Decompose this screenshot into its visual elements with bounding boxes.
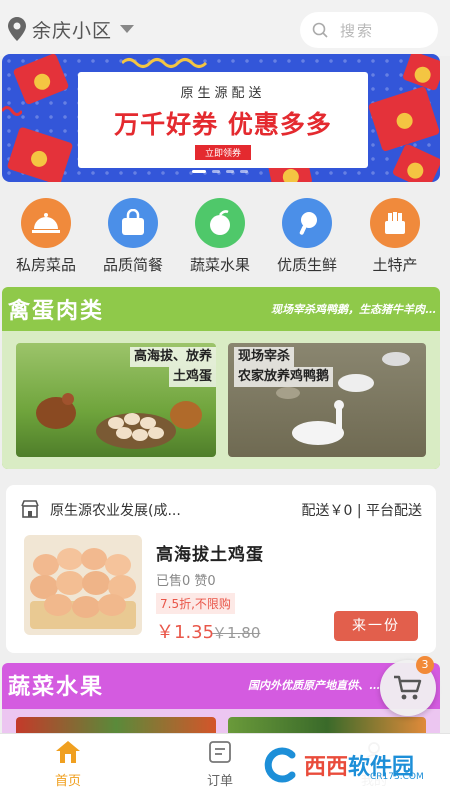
section-photo-strip <box>2 709 440 733</box>
order-icon <box>209 741 231 763</box>
section-veg[interactable]: 蔬菜水果 国内外优质原产地直供、… <box>2 663 440 733</box>
veg-photo[interactable] <box>16 717 216 733</box>
red-envelope-decor <box>6 126 74 182</box>
drumstick-icon <box>282 198 332 248</box>
eggs-image <box>30 548 136 629</box>
location-selector[interactable]: 余庆小区 <box>8 14 135 44</box>
product-stats: 已售0 赞0 <box>156 574 216 589</box>
cart-count-badge: 3 <box>416 656 434 674</box>
section-title: 禽蛋肉类 <box>8 298 105 324</box>
search-placeholder: 搜索 <box>340 21 375 40</box>
shop-icon <box>21 500 39 518</box>
tab-label: 订单 <box>206 774 233 789</box>
claim-coupon-button[interactable]: 立即领券 <box>194 145 251 160</box>
red-envelope-decor <box>391 143 440 182</box>
product-name[interactable]: 高海拔土鸡蛋 <box>156 540 264 565</box>
carousel-indicator <box>192 170 248 173</box>
category-item-meals[interactable]: 品质简餐 <box>90 198 176 275</box>
category-label: 蔬菜水果 <box>189 256 250 274</box>
shipping-info: 配送￥0 | 平台配送 <box>301 503 422 519</box>
location-pin-icon <box>8 17 26 41</box>
basket-icon <box>370 198 420 248</box>
section-slogan: 现场宰杀鸡鸭鹅，生态猪牛羊肉… <box>271 303 436 316</box>
squiggle-decor <box>2 106 22 116</box>
tab-label: 首页 <box>54 774 81 789</box>
fruit-photo[interactable] <box>228 717 426 733</box>
category-item-local-specialty[interactable]: 土特产 <box>352 198 438 275</box>
category-label: 优质生鲜 <box>276 256 337 274</box>
section-poultry[interactable]: 禽蛋肉类 现场宰杀鸡鸭鹅，生态猪牛羊肉… 高海拔、放养 土鸡蛋 现场宰杀 农家放… <box>2 287 440 469</box>
photo-tag-line2: 农家放养鸡鸭鹅 <box>234 367 334 387</box>
watermark-c-icon <box>264 747 296 783</box>
banner-subtitle: 原生源配送 <box>180 86 266 101</box>
category-item-veg-fruit[interactable]: 蔬菜水果 <box>177 198 263 275</box>
red-envelope-decor <box>401 54 440 92</box>
photo-tag-line2: 土鸡蛋 <box>168 367 216 387</box>
category-item-fresh[interactable]: 优质生鲜 <box>264 198 350 275</box>
shop-name[interactable]: 原生源农业发展(成... <box>50 500 181 520</box>
cart-icon <box>394 675 422 700</box>
top-bar: 余庆小区 搜索 <box>0 0 450 56</box>
home-icon <box>56 741 80 763</box>
poultry-photo[interactable]: 现场宰杀 农家放养鸡鸭鹅 <box>228 343 426 457</box>
watermark-small: CR173.COM <box>370 772 424 782</box>
photo-tag-line1: 现场宰杀 <box>234 347 295 367</box>
location-name: 余庆小区 <box>32 19 113 42</box>
promo-banner[interactable]: 原生源配送 万千好券 优惠多多 立即领券 <box>2 54 440 182</box>
discount-badge: 7.5折,不限购 <box>156 593 235 614</box>
photo-tag-line1: 高海拔、放养 <box>129 347 216 367</box>
category-item-private-dishes[interactable]: 私房菜品 <box>3 198 89 275</box>
tab-orders[interactable]: 订单 <box>180 740 260 789</box>
banner-headline: 万千好券 优惠多多 <box>114 110 332 139</box>
product-price: ￥1.35 <box>156 622 215 643</box>
squiggle-decor <box>122 58 208 68</box>
red-envelope-decor <box>367 85 440 153</box>
banner-coupon-card: 原生源配送 万千好券 优惠多多 立即领券 <box>78 72 368 168</box>
section-slogan: 国内外优质原产地直供、… <box>248 679 380 692</box>
product-image[interactable] <box>24 535 142 635</box>
tab-home[interactable]: 首页 <box>28 740 108 789</box>
bag-icon <box>108 198 158 248</box>
watermark-logo: 西西软件园 CR173.COM <box>254 740 444 790</box>
category-label: 私房菜品 <box>15 256 76 274</box>
category-label: 土特产 <box>372 256 418 274</box>
buy-button[interactable]: 来一份 <box>334 611 418 641</box>
search-icon <box>312 22 328 38</box>
eggs-photo[interactable]: 高海拔、放养 土鸡蛋 <box>16 343 216 457</box>
store-card[interactable]: 原生源农业发展(成... 配送￥0 | 平台配送 高海拔土鸡蛋 已售0 赞0 7… <box>6 485 436 653</box>
section-title: 蔬菜水果 <box>8 674 105 700</box>
apple-icon <box>195 198 245 248</box>
search-input[interactable]: 搜索 <box>300 12 438 48</box>
cart-button[interactable]: 3 <box>380 656 436 716</box>
caret-down-icon[interactable] <box>120 25 135 33</box>
cloche-icon <box>21 198 71 248</box>
red-envelope-decor <box>12 54 70 106</box>
category-label: 品质简餐 <box>102 256 163 274</box>
category-row: 私房菜品 品质简餐 蔬菜水果 优质生鲜 土特产 <box>0 198 450 278</box>
original-price: ￥1.80 <box>212 624 261 642</box>
section-photo-strip: 高海拔、放养 土鸡蛋 现场宰杀 农家放养鸡鸭鹅 <box>2 331 440 469</box>
